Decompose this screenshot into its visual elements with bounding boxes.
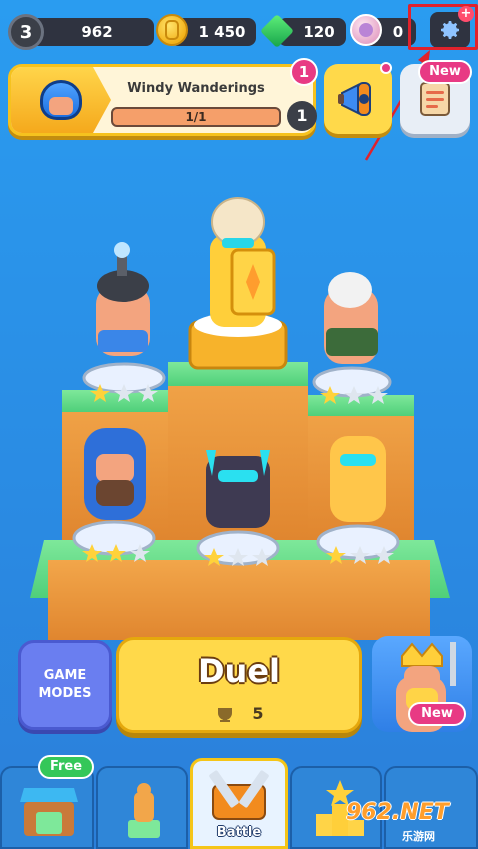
unit-diorama <box>0 150 478 640</box>
duel-trophy-count: 5 <box>119 704 359 723</box>
diorama-illustration <box>30 197 450 640</box>
shop-free-badge: Free <box>38 755 94 779</box>
trophy-value: 5 <box>252 704 264 723</box>
event-card[interactable]: Windy Wanderings 1/1 1 <box>8 64 317 136</box>
duel-button[interactable]: Duel 5 <box>116 637 362 733</box>
trophy-icon <box>218 707 233 722</box>
event-progress-bar: 1/1 <box>111 107 281 127</box>
event-notification-badge: 1 <box>290 58 318 86</box>
helmet-icon <box>40 80 82 120</box>
watermark-sub: 乐游网 <box>402 830 435 843</box>
tab-battle-label: Battle <box>216 825 262 840</box>
watermark-main: 962.NET <box>346 800 449 825</box>
announcements-button[interactable] <box>324 64 392 134</box>
news-scroll-icon <box>420 82 450 116</box>
collection-icon <box>128 783 160 838</box>
news-new-badge: New <box>418 60 472 84</box>
tab-battle[interactable]: Battle <box>190 758 288 849</box>
tab-collection[interactable] <box>96 766 188 849</box>
resource-bar: 962 3 1 450 120 0 + <box>0 0 478 64</box>
event-emblem <box>11 67 111 133</box>
coin-icon <box>156 14 188 46</box>
shop-icon <box>20 788 78 836</box>
crossed-swords-icon <box>209 770 269 820</box>
site-watermark: 962.NET 乐游网 <box>346 800 476 846</box>
token-icon <box>350 14 382 46</box>
settings-notification-badge: + <box>458 6 474 22</box>
megaphone-icon <box>338 82 371 116</box>
game-modes-button[interactable]: GAME MODES <box>18 640 112 730</box>
xp-counter[interactable]: 962 <box>30 18 154 46</box>
hero-new-badge: New <box>408 702 466 726</box>
announcements-notification-dot <box>380 62 392 74</box>
xp-value: 962 <box>81 23 113 41</box>
gold-value: 1 450 <box>198 23 246 41</box>
duel-label: Duel <box>197 652 280 690</box>
event-title: Windy Wanderings <box>127 81 265 96</box>
gem-value: 120 <box>303 23 335 41</box>
event-count: 1 <box>287 101 317 131</box>
token-value: 0 <box>392 23 404 41</box>
player-level-badge[interactable]: 3 <box>8 14 44 50</box>
